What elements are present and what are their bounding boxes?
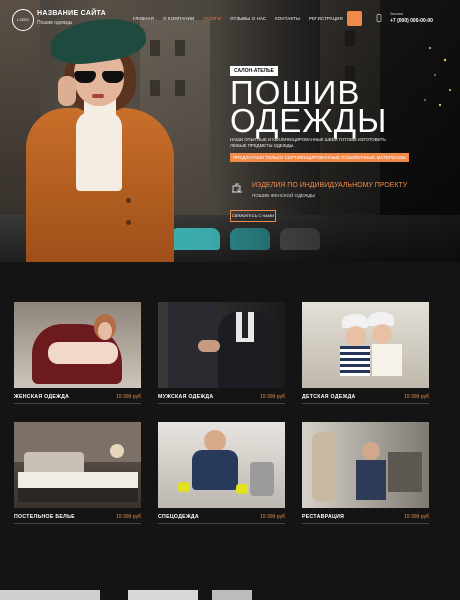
womens-clothing-image[interactable]	[14, 302, 141, 388]
divider	[302, 403, 429, 404]
product-name: СПЕЦОДЕЖДА	[158, 514, 199, 520]
call-label: Звоните	[390, 12, 404, 16]
nav-register[interactable]: РЕГИСТРАЦИЯ	[309, 16, 343, 21]
feature-subtitle: ПОШИВ ЖЕНСКОЙ ОДЕЖДЫ	[252, 193, 316, 198]
workwear-image[interactable]	[158, 422, 285, 508]
feature-title: ИЗДЕЛИЯ ПО ИНДИВИДУАЛЬНОМУ ПРОЕКТУ	[252, 182, 408, 189]
product-price: 15 999 руб	[404, 394, 429, 400]
phone-number[interactable]: +7 (000) 000-00-00	[390, 18, 433, 24]
product-price: 15 999 руб	[260, 394, 285, 400]
logo[interactable]: LOGO	[12, 9, 34, 31]
product-name: МУЖСКАЯ ОДЕЖДА	[158, 394, 214, 400]
product-price: 15 999 руб	[404, 514, 429, 520]
gallery-image[interactable]	[128, 590, 198, 600]
divider	[302, 523, 429, 524]
divider	[158, 403, 285, 404]
product-name: ДЕТСКАЯ ОДЕЖДА	[302, 394, 356, 400]
divider	[14, 523, 141, 524]
kids-clothing-image[interactable]	[302, 302, 429, 388]
phone-icon	[376, 14, 382, 22]
main-nav: ГЛАВНАЯ О КОМПАНИИ УСЛУГИ ОТЗЫВЫ О НАС К…	[133, 16, 343, 21]
lips	[92, 94, 104, 98]
product-name: ЖЕНСКАЯ ОДЕЖДА	[14, 394, 70, 400]
hero-description: НАШИ ОПЫТНЫЕ И КВАЛИФИЦИРОВАННЫЕ ШВЕИ ГО…	[230, 137, 387, 148]
contact-us-button[interactable]: СВЯЖИТЕСЬ С НАМИ	[230, 210, 276, 222]
divider	[14, 403, 141, 404]
gallery-image[interactable]	[0, 590, 100, 600]
nav-home[interactable]: ГЛАВНАЯ	[133, 16, 154, 21]
product-price: 15 999 руб	[116, 394, 141, 400]
product-name: ПОСТЕЛЬНОЕ БЕЛЬЕ	[14, 514, 75, 520]
product-price: 15 999 руб	[260, 514, 285, 520]
coat-button	[126, 220, 131, 225]
site-tagline: Пошив одежды	[37, 20, 73, 26]
sparkle-decoration	[424, 47, 451, 107]
coat-button	[126, 198, 131, 203]
product-price: 15 999 руб	[116, 514, 141, 520]
hero-strip: ПРЕДЛАГАЕМ ТОЛЬКО СЕРТИФИЦИРОВАННЫЕ ПОШИ…	[230, 153, 409, 162]
mens-clothing-image[interactable]	[158, 302, 285, 388]
restoration-image[interactable]	[302, 422, 429, 508]
divider	[158, 523, 285, 524]
nav-contacts[interactable]: КОНТАКТЫ	[275, 16, 300, 21]
page: LOGO НАЗВАНИЕ САЙТА Пошив одежды ГЛАВНАЯ…	[0, 0, 460, 600]
callback-button[interactable]	[347, 11, 362, 26]
nav-about[interactable]: О КОМПАНИИ	[163, 16, 194, 21]
sewing-machine-icon	[232, 183, 242, 193]
product-name: РЕСТАВРАЦИЯ	[302, 514, 345, 520]
nav-services[interactable]: УСЛУГИ	[203, 16, 221, 21]
nav-reviews[interactable]: ОТЗЫВЫ О НАС	[230, 16, 266, 21]
woman-model	[18, 13, 178, 262]
hero-banner: LOGO НАЗВАНИЕ САЙТА Пошив одежды ГЛАВНАЯ…	[0, 0, 460, 262]
hero-title-line2: ОДЕЖДЫ	[230, 102, 388, 139]
bed-linen-image[interactable]	[14, 422, 141, 508]
site-name[interactable]: НАЗВАНИЕ САЙТА	[37, 10, 106, 17]
gallery-image[interactable]	[212, 590, 252, 600]
hand	[58, 76, 76, 106]
sweater	[76, 111, 122, 191]
sunglasses	[74, 71, 128, 83]
